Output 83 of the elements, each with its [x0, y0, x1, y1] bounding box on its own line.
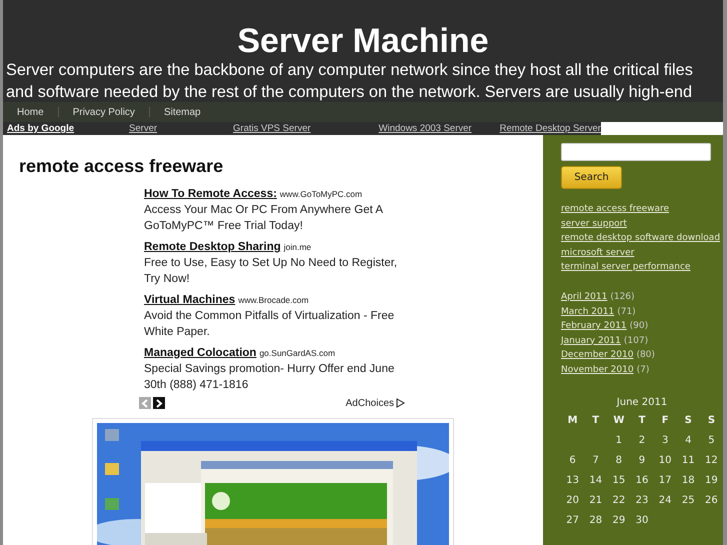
adchoices-link[interactable]: AdChoices: [346, 398, 394, 408]
sidebar-link[interactable]: remote desktop software download: [561, 233, 720, 243]
sidebar-link[interactable]: microsoft server: [561, 248, 634, 258]
search-field[interactable]: [561, 143, 711, 161]
calendar-day: 2: [630, 430, 654, 450]
calendar-day: 18: [676, 470, 700, 490]
ad-title-link[interactable]: Virtual Machines: [144, 294, 236, 306]
archive-count: (80): [636, 350, 655, 360]
calendar-day: 5: [700, 430, 723, 450]
ad-text: Access Your Mac Or PC From Anywhere Get A GoToMyPC™ Free Trial Today!: [144, 203, 384, 234]
nav-link[interactable]: Privacy Policy: [72, 106, 149, 118]
archive-count: (107): [624, 336, 648, 346]
archive-count: (90): [630, 321, 648, 331]
ad-title-link[interactable]: How To Remote Access:: [144, 188, 277, 200]
calendar-day: 27: [561, 510, 584, 530]
weekday-header: W: [612, 414, 626, 428]
ad-link[interactable]: Windows 2003 Server: [378, 123, 472, 134]
page-heading: remote access freeware: [18, 155, 224, 177]
archive-link[interactable]: December 2010: [561, 350, 634, 360]
calendar-day: 8: [607, 450, 630, 470]
sidebar-link[interactable]: remote access freeware: [561, 204, 670, 214]
weekday-header: S: [684, 414, 693, 428]
search-button[interactable]: Search: [561, 166, 622, 189]
ad-domain: join.me: [284, 242, 312, 252]
calendar-day: 25: [676, 490, 700, 510]
site-title: Server Machine: [236, 21, 490, 61]
ad-title-link[interactable]: Remote Desktop Sharing: [144, 241, 281, 253]
next-button[interactable]: [153, 397, 165, 409]
calendar-day: 6: [561, 450, 584, 470]
calendar-day: 4: [676, 430, 700, 450]
weekday-header: T: [591, 414, 600, 428]
archive-link[interactable]: April 2011: [561, 292, 608, 302]
calendar-day: 29: [607, 510, 630, 530]
archive-count: (126): [610, 292, 635, 302]
sidebar-link[interactable]: terminal server performance: [561, 262, 690, 272]
ad-text: Free to Use, Easy to Set Up No Need to Register, Try Now!: [144, 256, 398, 287]
calendar-day: 20: [561, 490, 584, 510]
calendar-day: 12: [700, 450, 723, 470]
calendar-day: 1: [607, 430, 630, 450]
ad-title-link[interactable]: Managed Colocation: [144, 347, 256, 359]
sidebar-link[interactable]: server support: [561, 218, 627, 228]
nav-link[interactable]: Home: [17, 106, 58, 118]
calendar-day: 11: [676, 450, 700, 470]
site-description: Server computers are the backbone of any computer network since they host all the critical files and software needed by the rest of the computers on the network. Servers are usually high-end: [5, 60, 694, 102]
calendar-day: 23: [630, 490, 654, 510]
calendar-day: 16: [630, 470, 654, 490]
ad-domain: go.SunGardAS.com: [259, 348, 336, 358]
calendar-day: 22: [607, 490, 630, 510]
play-icon: [396, 398, 405, 408]
archive-count: (7): [636, 364, 650, 374]
ad-text: Avoid the Common Pitfalls of Virtualization - Free White Paper.: [144, 309, 396, 340]
ad-domain: www.Brocade.com: [238, 295, 309, 305]
archive-count: (71): [617, 306, 636, 316]
calendar-day: 26: [700, 490, 723, 510]
ad-text: Special Savings promotion- Hurry Offer end June 30th (888) 471-1816: [144, 362, 396, 393]
calendar-day: 14: [584, 470, 608, 490]
calendar-day: 30: [630, 510, 654, 530]
weekday-header: S: [706, 414, 716, 428]
calendar-day: 19: [700, 470, 723, 490]
ad-domain: www.GoToMyPC.com: [280, 189, 362, 199]
calendar-day: 15: [607, 470, 630, 490]
weekday-header: M: [566, 414, 579, 428]
calendar-day: 17: [654, 470, 677, 490]
nav-link[interactable]: Sitemap: [164, 106, 215, 118]
calendar-day: 3: [654, 430, 677, 450]
calendar-day: 13: [561, 470, 584, 490]
ad-link[interactable]: Gratis VPS Server: [233, 123, 311, 134]
calendar-day: 7: [584, 450, 608, 470]
weekday-header: F: [660, 414, 670, 428]
archive-link[interactable]: January 2011: [561, 336, 621, 346]
archive-link[interactable]: March 2011: [561, 306, 614, 316]
archive-link[interactable]: November 2010: [561, 364, 634, 374]
calendar-day: 24: [654, 490, 677, 510]
ad-link[interactable]: Server: [129, 123, 158, 134]
calendar-day: 9: [630, 450, 654, 470]
ads-label[interactable]: Ads by Google: [7, 123, 74, 134]
calendar-day: 21: [584, 490, 608, 510]
calendar-day: 10: [654, 450, 677, 470]
ad-link[interactable]: Remote Desktop Server: [500, 123, 601, 134]
weekday-header: T: [638, 414, 646, 428]
calendar-day: 28: [584, 510, 608, 530]
calendar-caption: June 2011: [615, 396, 668, 410]
archive-link[interactable]: February 2011: [561, 321, 627, 331]
